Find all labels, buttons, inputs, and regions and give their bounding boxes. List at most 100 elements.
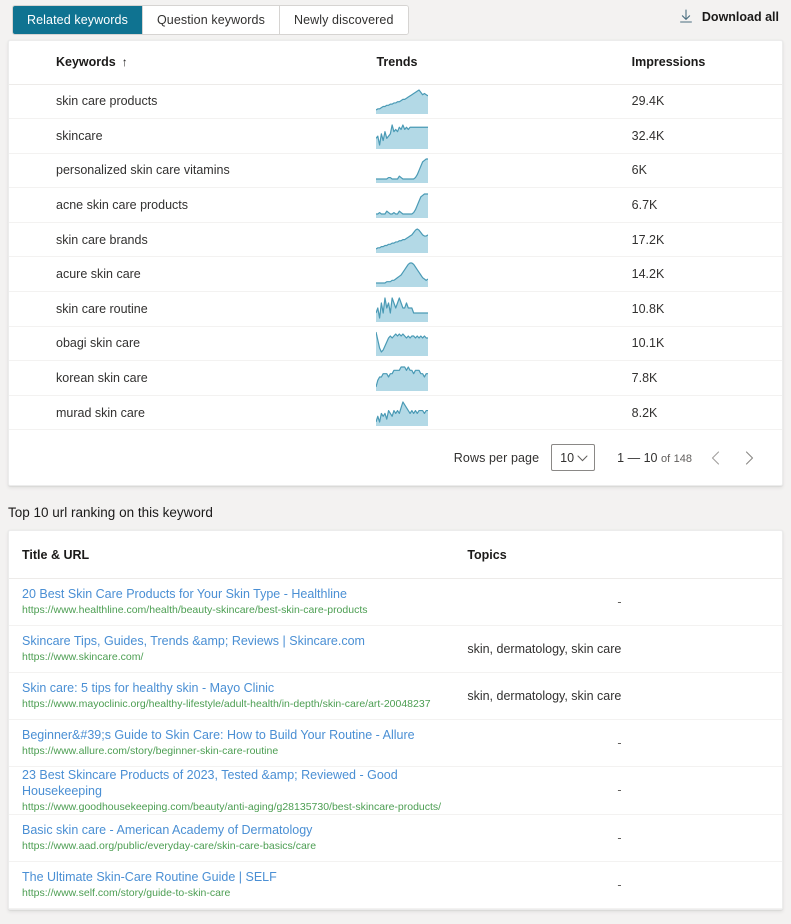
title-url-cell: Basic skin care - American Academy of De… <box>9 814 458 862</box>
topics-value: - <box>617 877 622 892</box>
table-row[interactable]: obagi skin care 10.1K <box>9 326 782 362</box>
table-header-row: Title & URL Topics <box>9 531 782 579</box>
table-row[interactable]: skin care routine 10.8K <box>9 291 782 327</box>
impressions-cell: 6.7K <box>619 187 782 223</box>
table-row[interactable]: 23 Best Skincare Products of 2023, Teste… <box>9 766 782 815</box>
result-url: https://www.aad.org/public/everyday-care… <box>22 840 317 853</box>
keyword-cell: skin care brands <box>9 222 369 258</box>
pagination-range-value: 1 — 10 <box>617 450 658 465</box>
tab-related-keywords[interactable]: Related keywords <box>13 6 143 34</box>
keyword-label: skincare <box>56 128 103 143</box>
table-row[interactable]: acne skin care products 6.7K <box>9 187 782 223</box>
topics-value: - <box>617 783 622 798</box>
impressions-cell: 14.2K <box>619 256 782 293</box>
keyword-label: personalized skin care vitamins <box>56 163 230 178</box>
trend-sparkline <box>376 192 619 219</box>
trend-sparkline <box>376 157 619 184</box>
topics-value: - <box>617 830 622 845</box>
sort-ascending-icon: ↑ <box>121 55 128 70</box>
trend-cell <box>368 256 620 293</box>
table-row[interactable]: Basic skin care - American Academy of De… <box>9 814 782 862</box>
topics-cell: - <box>457 766 782 815</box>
keyword-cell: obagi skin care <box>9 326 369 362</box>
impressions-value: 6.7K <box>631 198 658 213</box>
table-row[interactable]: skin care products 29.4K <box>9 84 782 120</box>
table-row[interactable]: murad skin care 8.2K <box>9 395 782 431</box>
title-url-cell: The Ultimate Skin-Care Routine Guide | S… <box>9 861 458 909</box>
impressions-value: 32.4K <box>631 128 665 143</box>
result-url: https://www.goodhousekeeping.com/beauty/… <box>22 800 442 813</box>
impressions-value: 10.1K <box>631 336 665 351</box>
result-title-link[interactable]: Skin care: 5 tips for healthy skin - May… <box>22 680 457 696</box>
result-url: https://www.mayoclinic.org/healthy-lifes… <box>22 698 431 711</box>
column-header-keywords[interactable]: Keywords ↑ <box>9 41 369 85</box>
tab-question-keywords[interactable]: Question keywords <box>142 6 280 34</box>
keyword-cell: korean skin care <box>9 360 369 396</box>
column-header-title-url[interactable]: Title & URL <box>9 531 458 579</box>
keyword-label: skin care brands <box>56 232 148 247</box>
result-title-link[interactable]: 20 Best Skin Care Products for Your Skin… <box>22 586 457 602</box>
result-url: https://www.skincare.com/ <box>22 651 144 664</box>
result-title-link[interactable]: Basic skin care - American Academy of De… <box>22 822 457 838</box>
topics-cell: skin, dermatology, skin care <box>457 672 782 720</box>
topics-cell: - <box>457 861 782 909</box>
url-table-body: 20 Best Skin Care Products for Your Skin… <box>9 578 782 909</box>
table-row[interactable]: skincare 32.4K <box>9 118 782 154</box>
impressions-value: 6K <box>631 163 647 178</box>
result-title-link[interactable]: Beginner&#39;s Guide to Skin Care: How t… <box>22 727 457 743</box>
toolbar: Related keywords Question keywords Newly… <box>0 0 791 40</box>
table-row[interactable]: Beginner&#39;s Guide to Skin Care: How t… <box>9 719 782 767</box>
result-url: https://www.self.com/story/guide-to-skin… <box>22 887 231 900</box>
title-url-cell: Skincare Tips, Guides, Trends &amp; Revi… <box>9 625 458 673</box>
table-row[interactable]: skin care brands 17.2K <box>9 222 782 258</box>
column-header-impressions[interactable]: Impressions <box>619 41 782 85</box>
table-row[interactable]: acure skin care 14.2K <box>9 256 782 293</box>
tab-group: Related keywords Question keywords Newly… <box>12 5 409 35</box>
pagination-of-label: of <box>660 452 671 465</box>
result-title-link[interactable]: Skincare Tips, Guides, Trends &amp; Revi… <box>22 633 457 649</box>
previous-page-button[interactable] <box>704 447 726 469</box>
trend-sparkline <box>376 296 619 322</box>
result-url: https://www.healthline.com/health/beauty… <box>22 604 368 617</box>
trend-cell <box>368 153 620 189</box>
keyword-cell: murad skin care <box>9 395 369 431</box>
tab-newly-discovered[interactable]: Newly discovered <box>279 6 408 34</box>
trend-sparkline <box>376 330 619 357</box>
result-title-link[interactable]: The Ultimate Skin-Care Routine Guide | S… <box>22 869 457 885</box>
column-header-trends[interactable]: Trends <box>368 41 620 85</box>
keywords-table-body: skin care products 29.4K skincare 32.4K pers… <box>9 84 782 431</box>
title-url-cell: Beginner&#39;s Guide to Skin Care: How t… <box>9 719 458 767</box>
result-url: https://www.allure.com/story/beginner-sk… <box>22 745 279 758</box>
impressions-value: 10.8K <box>631 301 665 316</box>
keyword-cell: acne skin care products <box>9 187 369 223</box>
trend-cell <box>368 84 620 120</box>
keyword-cell: personalized skin care vitamins <box>9 153 369 189</box>
topics-cell: - <box>457 814 782 862</box>
table-row[interactable]: Skincare Tips, Guides, Trends &amp; Revi… <box>9 625 782 673</box>
trend-cell <box>368 222 620 258</box>
topics-cell: skin, dermatology, skin care <box>457 625 782 673</box>
table-row[interactable]: Skin care: 5 tips for healthy skin - May… <box>9 672 782 720</box>
keywords-card: Keywords ↑ Trends Impressions skin care p… <box>8 40 783 487</box>
table-row[interactable]: 20 Best Skin Care Products for Your Skin… <box>9 578 782 626</box>
table-row[interactable]: personalized skin care vitamins 6K <box>9 153 782 189</box>
download-all-button[interactable]: Download all <box>679 9 779 24</box>
impressions-value: 14.2K <box>631 267 665 282</box>
result-title-link[interactable]: 23 Best Skincare Products of 2023, Teste… <box>22 767 457 799</box>
title-url-cell: 23 Best Skincare Products of 2023, Teste… <box>9 766 458 815</box>
chevron-down-icon <box>577 451 588 465</box>
column-header-keywords-label: Keywords <box>56 55 116 70</box>
trend-cell <box>368 118 620 154</box>
next-page-button[interactable] <box>738 447 760 469</box>
column-header-topics[interactable]: Topics <box>457 531 782 579</box>
table-row[interactable]: The Ultimate Skin-Care Routine Guide | S… <box>9 861 782 909</box>
topics-value: - <box>617 735 622 750</box>
rows-per-page-select[interactable]: 10 <box>551 444 596 472</box>
impressions-cell: 7.8K <box>619 360 782 396</box>
title-url-cell: 20 Best Skin Care Products for Your Skin… <box>9 578 458 626</box>
impressions-cell: 29.4K <box>619 84 782 120</box>
table-row[interactable]: korean skin care 7.8K <box>9 360 782 396</box>
pagination-range: 1 — 10 of 148 <box>617 451 692 465</box>
rows-per-page-label: Rows per page <box>453 450 540 465</box>
trend-cell <box>368 360 620 396</box>
